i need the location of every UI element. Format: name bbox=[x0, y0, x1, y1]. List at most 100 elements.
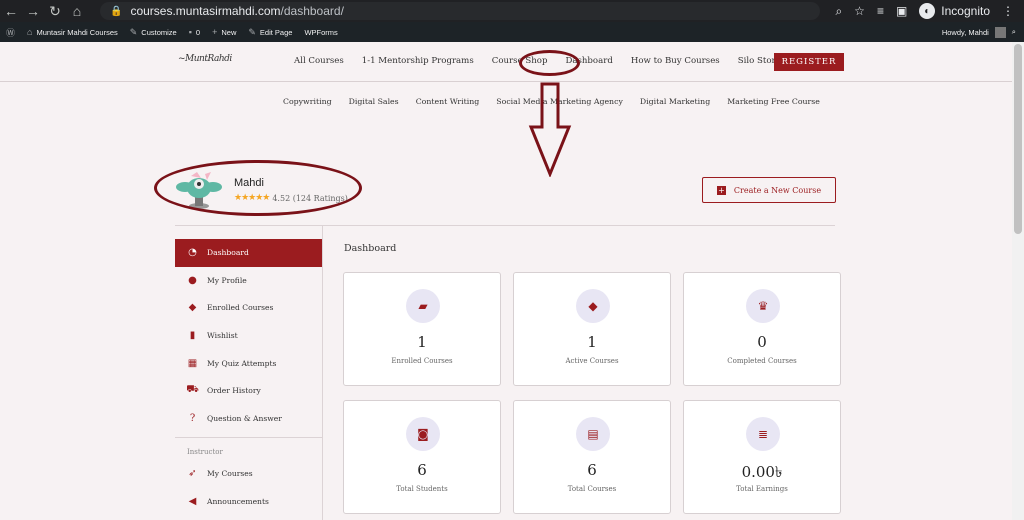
forward-icon[interactable]: → bbox=[22, 0, 44, 22]
stat-value: 6 bbox=[587, 461, 597, 479]
stat-card-enrolled: ▰ 1 Enrolled Courses bbox=[343, 272, 501, 386]
rocket-icon: ➶ bbox=[188, 468, 197, 480]
home-icon: ⌂ bbox=[27, 27, 33, 37]
subnav-digital-sales[interactable]: Digital Sales bbox=[349, 97, 399, 106]
menu-kebab-icon[interactable]: ⋮ bbox=[1002, 4, 1014, 18]
browser-toolbar: ← → ↻ ⌂ 🔒 courses.muntasirmahdi.com /das… bbox=[0, 0, 1024, 22]
wp-site-name[interactable]: ⌂ Muntasir Mahdi Courses bbox=[21, 22, 124, 42]
wp-edit-page-label: Edit Page bbox=[259, 27, 293, 37]
stat-card-students: ◙ 6 Total Students bbox=[343, 400, 501, 514]
stat-value: 1 bbox=[587, 333, 597, 351]
bookmark-star-icon[interactable]: ☆ bbox=[854, 4, 865, 18]
incognito-label: Incognito bbox=[941, 4, 990, 18]
sidebar-item-label: My Quiz Attempts bbox=[207, 358, 277, 368]
search-icon[interactable]: ⌕ bbox=[1012, 27, 1016, 37]
wp-comments-count: 0 bbox=[195, 27, 201, 37]
sidebar-item-quiz-attempts[interactable]: ▦ My Quiz Attempts bbox=[175, 349, 322, 377]
nav-all-courses[interactable]: All Courses bbox=[294, 56, 344, 66]
divider bbox=[175, 225, 835, 226]
quiz-icon: ▦ bbox=[187, 357, 198, 369]
reload-icon[interactable]: ↻ bbox=[44, 0, 66, 22]
address-bar[interactable]: 🔒 courses.muntasirmahdi.com /dashboard/ bbox=[100, 2, 820, 20]
coins-icon: ≣ bbox=[746, 417, 780, 451]
wp-new-label: New bbox=[221, 27, 237, 37]
wp-customize-label: Customize bbox=[141, 27, 177, 37]
nav-mentorship[interactable]: 1-1 Mentorship Programs bbox=[362, 56, 474, 66]
wp-customize[interactable]: ✎ Customize bbox=[124, 22, 183, 42]
annotation-ellipse-profile bbox=[154, 160, 362, 216]
site-logo[interactable]: ~MuntRahdi bbox=[178, 54, 232, 64]
cart-icon: ⛟ bbox=[186, 384, 199, 396]
sidebar: ◔ Dashboard ● My Profile ◆ Enrolled Cour… bbox=[175, 239, 322, 515]
box-icon: ▤ bbox=[576, 417, 610, 451]
stat-value: 0 bbox=[757, 333, 767, 351]
sidebar-item-enrolled-courses[interactable]: ◆ Enrolled Courses bbox=[175, 294, 322, 322]
wp-comments[interactable]: ▪ 0 bbox=[183, 22, 206, 42]
stat-label: Total Courses bbox=[567, 485, 617, 493]
megaphone-icon: ◀ bbox=[188, 496, 197, 508]
student-icon: ◙ bbox=[406, 417, 440, 451]
wp-logo[interactable]: Ⓦ bbox=[0, 22, 21, 42]
dashboard-icon: ◔ bbox=[188, 247, 197, 259]
subnav-copywriting[interactable]: Copywriting bbox=[283, 97, 332, 106]
plus-square-icon: + bbox=[716, 185, 726, 195]
sidebar-item-label: My Courses bbox=[207, 469, 253, 479]
stat-label: Completed Courses bbox=[727, 357, 797, 365]
home-icon[interactable]: ⌂ bbox=[66, 0, 88, 22]
back-icon[interactable]: ← bbox=[0, 0, 22, 22]
incognito-badge[interactable]: ◐ Incognito bbox=[919, 3, 990, 19]
zoom-icon[interactable]: ⌕ bbox=[835, 4, 842, 19]
subnav-content-writing[interactable]: Content Writing bbox=[416, 97, 480, 106]
wp-howdy[interactable]: Howdy, Mahdi bbox=[942, 28, 989, 37]
wp-site-name-label: Muntasir Mahdi Courses bbox=[36, 27, 118, 37]
wp-edit-page[interactable]: ✎ Edit Page bbox=[242, 22, 298, 42]
brush-icon: ✎ bbox=[129, 26, 138, 37]
sidebar-divider bbox=[322, 226, 323, 520]
sidebar-item-question-answer[interactable]: ? Question & Answer bbox=[175, 405, 322, 433]
url-host: courses.muntasirmahdi.com bbox=[130, 4, 281, 18]
stat-label: Total Earnings bbox=[736, 485, 788, 493]
sidebar-item-announcements[interactable]: ◀ Announcements bbox=[175, 488, 322, 516]
user-icon: ● bbox=[188, 274, 197, 286]
side-panel-icon[interactable]: ▣ bbox=[896, 4, 907, 18]
stat-card-courses: ▤ 6 Total Courses bbox=[513, 400, 671, 514]
wp-wpforms-label: WPForms bbox=[304, 27, 338, 37]
bookmark-icon: ▮ bbox=[189, 330, 196, 342]
register-button[interactable]: REGISTER bbox=[774, 53, 844, 71]
incognito-icon: ◐ bbox=[919, 3, 936, 19]
stat-value: 1 bbox=[417, 333, 427, 351]
sidebar-item-dashboard[interactable]: ◔ Dashboard bbox=[175, 239, 322, 267]
sidebar-item-label: Enrolled Courses bbox=[207, 303, 274, 313]
sidebar-item-my-profile[interactable]: ● My Profile bbox=[175, 267, 322, 295]
subnav-marketing-free[interactable]: Marketing Free Course bbox=[727, 97, 820, 106]
comment-icon: ▪ bbox=[188, 27, 192, 37]
url-path: /dashboard/ bbox=[280, 4, 344, 18]
annotation-ellipse-dashboard bbox=[519, 50, 580, 76]
wp-wpforms[interactable]: WPForms bbox=[298, 22, 343, 42]
sidebar-item-order-history[interactable]: ⛟ Order History bbox=[175, 377, 322, 405]
wp-admin-bar: Ⓦ ⌂ Muntasir Mahdi Courses ✎ Customize ▪ 0 … bbox=[0, 22, 1024, 42]
site-header: ~MuntRahdi All Courses 1-1 Mentorship Pr… bbox=[0, 42, 1024, 82]
reading-list-icon[interactable]: ≡ bbox=[877, 4, 884, 18]
sidebar-item-label: Wishlist bbox=[207, 331, 238, 341]
book-icon: ▰ bbox=[406, 289, 440, 323]
stat-card-completed: ♛ 0 Completed Courses bbox=[683, 272, 841, 386]
sidebar-item-my-courses[interactable]: ➶ My Courses bbox=[175, 460, 322, 488]
subnav-digital-marketing[interactable]: Digital Marketing bbox=[640, 97, 710, 106]
stat-value: 6 bbox=[417, 461, 427, 479]
nav-how-to-buy[interactable]: How to Buy Courses bbox=[631, 56, 720, 66]
wp-new[interactable]: + New bbox=[206, 22, 242, 42]
stat-label: Enrolled Courses bbox=[391, 357, 453, 365]
scrollbar-thumb[interactable] bbox=[1014, 44, 1022, 234]
page-scrollbar[interactable] bbox=[1012, 42, 1024, 520]
graduation-cap-icon: ◆ bbox=[188, 302, 197, 314]
wp-avatar[interactable] bbox=[994, 26, 1006, 38]
sidebar-heading-instructor: Instructor bbox=[187, 448, 223, 457]
sidebar-item-label: Order History bbox=[207, 386, 261, 396]
question-icon: ? bbox=[189, 412, 196, 424]
sidebar-item-wishlist[interactable]: ▮ Wishlist bbox=[175, 322, 322, 350]
trophy-icon: ♛ bbox=[746, 289, 780, 323]
create-course-button[interactable]: + Create a New Course bbox=[702, 177, 836, 203]
wordpress-icon: Ⓦ bbox=[6, 27, 16, 38]
create-course-label: Create a New Course bbox=[733, 185, 822, 195]
